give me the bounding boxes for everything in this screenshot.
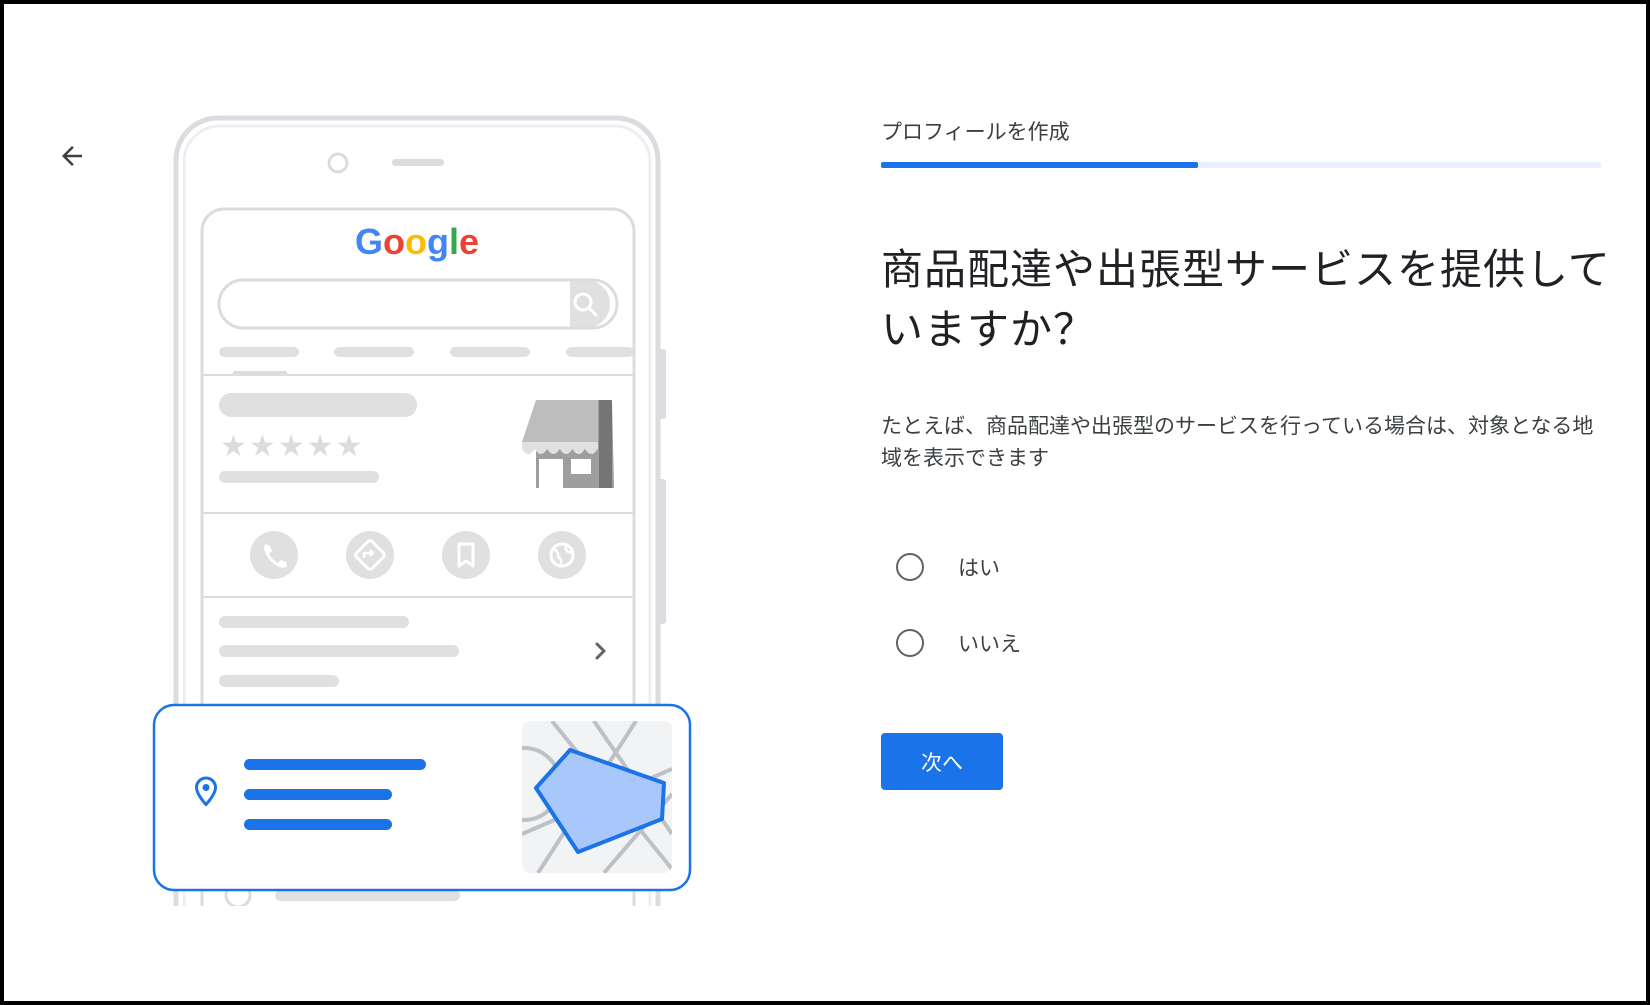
detail-placeholder	[219, 616, 409, 628]
progress-bar-fill	[881, 162, 1198, 168]
question-heading: 商品配達や出張型サービスを提供していますか？	[881, 245, 1611, 354]
search-bar	[217, 278, 619, 330]
phone-side-button	[658, 479, 666, 624]
question-description: たとえば、商品配達や出張型のサービスを行っている場合は、対象となる地域を表示でき…	[881, 414, 1594, 470]
option-yes[interactable]: はい	[896, 543, 1196, 591]
address-placeholder	[219, 471, 379, 483]
next-button[interactable]: 次へ	[881, 733, 1003, 790]
detail-placeholder	[219, 675, 339, 687]
card-line	[244, 819, 392, 830]
radio-no[interactable]	[896, 629, 924, 657]
progress-label: プロフィールを作成	[881, 120, 1070, 144]
call-action-icon	[250, 531, 298, 579]
option-no-label: いいえ	[958, 632, 1021, 656]
phone-side-button	[658, 349, 666, 419]
app-frame: Google ★★★★★ プロフィールを作成 商品配達や出張型サービスを提供して…	[0, 0, 1650, 1005]
detail-placeholder	[219, 645, 459, 657]
card-line	[244, 789, 392, 800]
option-no[interactable]: いいえ	[896, 619, 1196, 667]
tab-placeholder	[334, 347, 414, 357]
directions-action-icon	[346, 531, 394, 579]
business-name-placeholder	[219, 393, 417, 417]
profile-illustration: Google ★★★★★	[152, 115, 692, 906]
tab-placeholder	[219, 347, 299, 357]
tab-placeholder	[450, 347, 530, 357]
website-action-icon	[538, 531, 586, 579]
option-yes-label: はい	[958, 556, 1000, 580]
save-action-icon	[442, 531, 490, 579]
hours-placeholder	[275, 890, 460, 901]
card-line	[244, 759, 426, 770]
phone-speaker	[392, 159, 444, 166]
rating-stars: ★★★★★	[220, 429, 364, 464]
tab-placeholder	[566, 347, 634, 357]
progress-bar	[881, 162, 1601, 168]
google-logo: Google	[355, 221, 479, 262]
radio-yes[interactable]	[896, 553, 924, 581]
service-area-card	[152, 703, 692, 892]
